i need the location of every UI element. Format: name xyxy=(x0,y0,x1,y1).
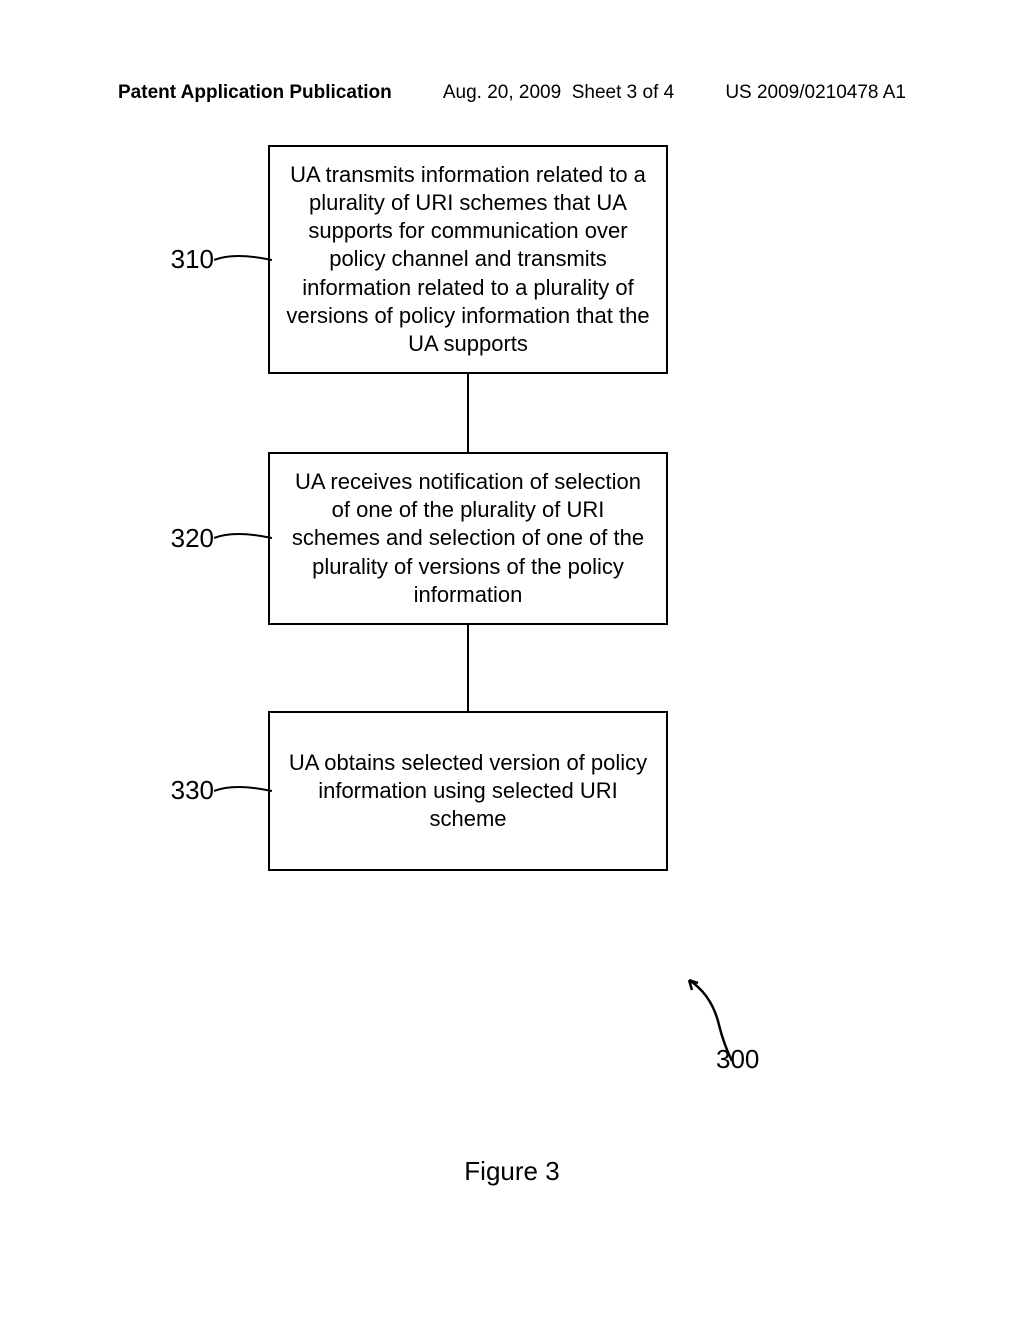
figure-caption: Figure 3 xyxy=(0,1156,1024,1187)
flow-box-text: UA transmits information related to a pl… xyxy=(286,161,650,358)
leader-line-icon xyxy=(214,250,272,270)
connector-line-icon xyxy=(467,625,469,711)
step-ref-330: 330 xyxy=(154,775,214,806)
header-sheet: Sheet 3 of 4 xyxy=(572,82,674,103)
step-ref-320: 320 xyxy=(154,523,214,554)
flowchart: 310 UA transmits information related to … xyxy=(118,145,906,871)
header-date-sheet: Aug. 20, 2009 Sheet 3 of 4 xyxy=(443,82,674,104)
header-publication-number: US 2009/0210478 A1 xyxy=(725,82,906,104)
flow-connector xyxy=(268,374,668,452)
flow-connector xyxy=(268,625,668,711)
flow-box-330: UA obtains selected version of policy in… xyxy=(268,711,668,871)
page: Patent Application Publication Aug. 20, … xyxy=(0,0,1024,1320)
flow-box-text: UA obtains selected version of policy in… xyxy=(286,749,650,833)
header-date: Aug. 20, 2009 xyxy=(443,82,561,103)
connector-line-icon xyxy=(467,374,469,452)
diagram-reference-number: 300 xyxy=(716,1044,759,1075)
leader-line-icon xyxy=(214,781,272,801)
flow-step-320: 320 UA receives notification of selectio… xyxy=(118,452,906,625)
step-ref-310: 310 xyxy=(154,244,214,275)
flow-box-320: UA receives notification of selection of… xyxy=(268,452,668,625)
flow-box-310: UA transmits information related to a pl… xyxy=(268,145,668,374)
header-publication-type: Patent Application Publication xyxy=(118,82,392,104)
page-header: Patent Application Publication Aug. 20, … xyxy=(0,82,1024,104)
flow-step-310: 310 UA transmits information related to … xyxy=(118,145,906,374)
flow-box-text: UA receives notification of selection of… xyxy=(286,468,650,609)
flow-step-330: 330 UA obtains selected version of polic… xyxy=(118,711,906,871)
leader-line-icon xyxy=(214,528,272,548)
